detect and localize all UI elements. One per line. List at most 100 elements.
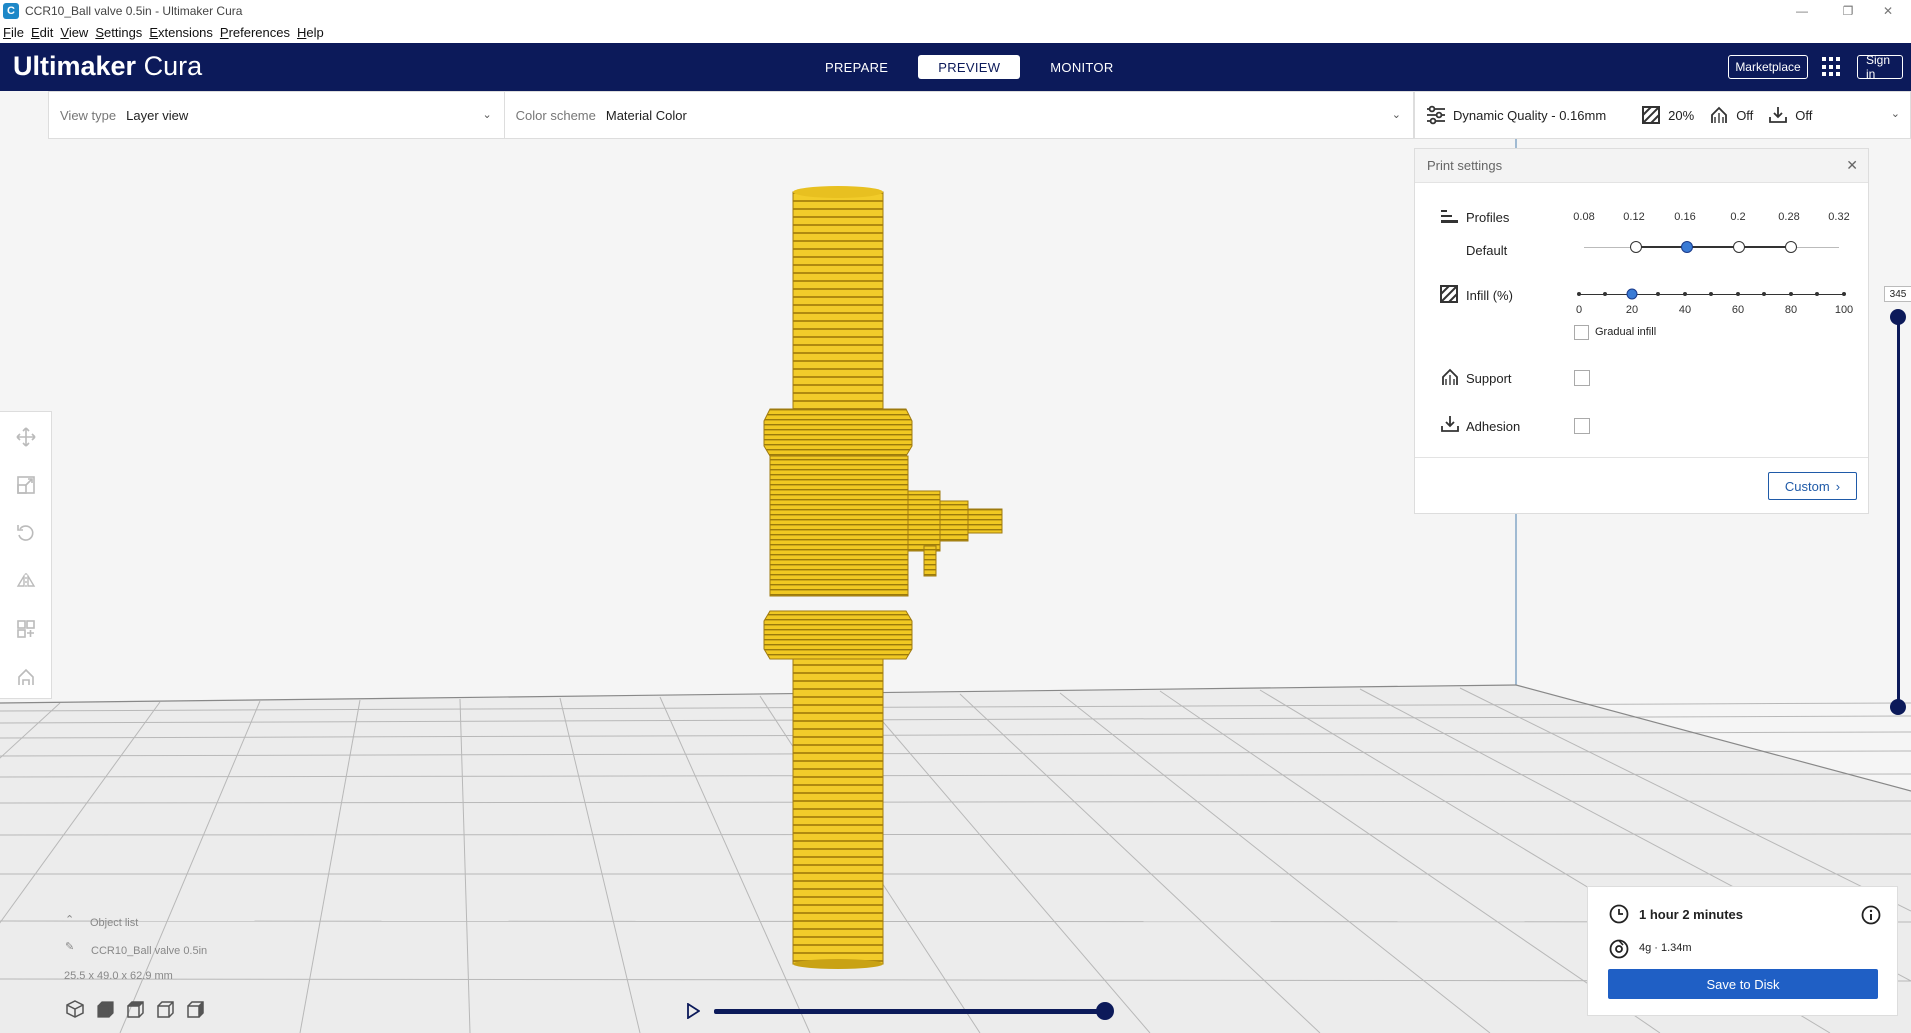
left-view-icon[interactable] [154, 999, 176, 1019]
layer-slider-top-handle[interactable] [1890, 309, 1906, 325]
clock-icon [1609, 904, 1629, 924]
tab-monitor[interactable]: MONITOR [1026, 55, 1137, 79]
front-view-icon[interactable] [94, 999, 116, 1019]
simulation-track[interactable] [714, 1009, 1104, 1014]
object-dimensions: 25.5 x 49.0 x 62.9 mm [64, 970, 173, 982]
save-to-disk-button[interactable]: Save to Disk [1608, 969, 1878, 999]
infill-value: 20% [1668, 107, 1695, 123]
chevron-down-icon: ⌄ [482, 109, 492, 121]
layer-slider-track[interactable] [1897, 317, 1900, 707]
layer-slider-bottom-handle[interactable] [1890, 699, 1906, 715]
infill-tick [1842, 292, 1846, 296]
camera-view-buttons [64, 999, 214, 1019]
print-settings-panel: Print settings ✕ Profiles Default 0.08 0… [1414, 148, 1869, 514]
print-time: 1 hour 2 minutes [1639, 907, 1744, 922]
sign-in-button[interactable]: Sign in [1857, 53, 1903, 81]
infill-icon [1440, 285, 1460, 305]
menu-settings[interactable]: Settings [95, 25, 142, 40]
adhesion-label: Adhesion [1466, 419, 1521, 434]
infill-tick [1815, 292, 1819, 296]
support-value: Off [1736, 107, 1754, 123]
profile-default-label: Default [1466, 243, 1508, 258]
support-checkbox[interactable] [1574, 370, 1590, 386]
chevron-right-icon: › [1835, 478, 1841, 494]
adhesion-value: Off [1795, 107, 1813, 123]
view-type-value: Layer view [126, 107, 189, 123]
app-header: Ultimaker Cura PREPARE PREVIEW MONITOR M… [0, 43, 1911, 91]
infill-tick [1577, 292, 1581, 296]
profile-tick-label: 0.32 [1828, 211, 1850, 223]
simulation-handle[interactable] [1096, 1002, 1114, 1020]
scale-tool-icon[interactable] [14, 473, 38, 497]
color-scheme-label: Color scheme [515, 107, 596, 123]
menu-view[interactable]: View [60, 25, 88, 40]
menu-edit[interactable]: Edit [31, 25, 53, 40]
adhesion-checkbox[interactable] [1574, 418, 1590, 434]
infill-tick-label: 100 [1834, 304, 1854, 316]
top-view-icon[interactable] [124, 999, 146, 1019]
minimize-button[interactable]: — [1779, 0, 1825, 22]
gradual-infill-checkbox[interactable] [1574, 325, 1589, 340]
close-icon[interactable]: ✕ [1846, 157, 1858, 174]
per-model-settings-icon[interactable] [14, 617, 38, 641]
support-blocker-icon[interactable] [14, 665, 38, 689]
menu-bar: File Edit View Settings Extensions Prefe… [0, 22, 1911, 43]
color-scheme-dropdown[interactable]: Color scheme Material Color ⌄ [505, 92, 1413, 138]
spool-icon [1609, 939, 1629, 959]
infill-icon [1640, 104, 1662, 126]
tab-preview[interactable]: PREVIEW [918, 55, 1021, 79]
profile-option-0.12[interactable] [1630, 241, 1642, 253]
infill-tick-label: 0 [1575, 304, 1583, 316]
profile-tick-label: 0.12 [1623, 211, 1645, 223]
panel-title: Print settings [1427, 158, 1503, 173]
rotate-tool-icon[interactable] [14, 521, 38, 545]
profile-option-0.16[interactable] [1681, 241, 1693, 253]
print-settings-summary[interactable]: Dynamic Quality - 0.16mm 20% Off Off ⌄ [1414, 91, 1911, 139]
play-icon[interactable] [686, 1003, 700, 1019]
close-window-button[interactable]: ✕ [1865, 0, 1911, 22]
current-layer-field[interactable]: 345 [1884, 286, 1911, 302]
ultimaker-cura-logo: Ultimaker Cura [13, 51, 203, 81]
profile-tick-label: 0.28 [1778, 211, 1800, 223]
move-tool-icon[interactable] [14, 425, 38, 449]
3d-view-icon[interactable] [64, 999, 86, 1019]
apps-grid-icon[interactable] [1822, 57, 1842, 77]
panel-header: Print settings ✕ [1415, 149, 1868, 183]
infill-tick [1709, 292, 1713, 296]
menu-help[interactable]: Help [297, 25, 324, 40]
view-type-dropdown[interactable]: View type Layer view ⌄ [49, 92, 505, 138]
infill-tick [1603, 292, 1607, 296]
object-list-toggle[interactable]: Object list [90, 917, 138, 929]
right-view-icon[interactable] [184, 999, 206, 1019]
support-icon [1708, 104, 1730, 126]
infill-tick [1762, 292, 1766, 296]
infill-tick [1736, 292, 1740, 296]
support-label: Support [1466, 371, 1512, 386]
info-icon[interactable] [1861, 905, 1881, 925]
chevron-up-icon[interactable]: ⌃ [65, 913, 74, 926]
chevron-down-icon[interactable]: ⌄ [1891, 107, 1900, 120]
mirror-tool-icon[interactable] [14, 569, 38, 593]
infill-tick-label: 80 [1784, 304, 1798, 316]
cura-app-icon: C [3, 3, 19, 19]
profile-option-0.2[interactable] [1733, 241, 1745, 253]
tab-prepare[interactable]: PREPARE [801, 55, 912, 79]
custom-button[interactable]: Custom › [1768, 472, 1857, 500]
view-type-label: View type [60, 107, 117, 123]
infill-tick-label: 40 [1678, 304, 1692, 316]
support-icon [1440, 367, 1460, 387]
profile-tick-label: 0.16 [1674, 211, 1696, 223]
profile-tick-label: 0.08 [1573, 211, 1595, 223]
window-title: CCR10_Ball valve 0.5in - Ultimaker Cura [25, 4, 243, 18]
adhesion-icon [1767, 104, 1789, 126]
profile-sliders-icon [1425, 104, 1447, 126]
model-tools-toolbar [0, 411, 52, 699]
menu-extensions[interactable]: Extensions [149, 25, 213, 40]
infill-slider-handle[interactable] [1626, 288, 1638, 300]
pencil-icon[interactable]: ✎ [65, 940, 74, 953]
menu-preferences[interactable]: Preferences [220, 25, 290, 40]
menu-file[interactable]: File [3, 25, 24, 40]
profile-option-0.28[interactable] [1785, 241, 1797, 253]
infill-tick [1789, 292, 1793, 296]
marketplace-button[interactable]: Marketplace [1728, 55, 1808, 79]
